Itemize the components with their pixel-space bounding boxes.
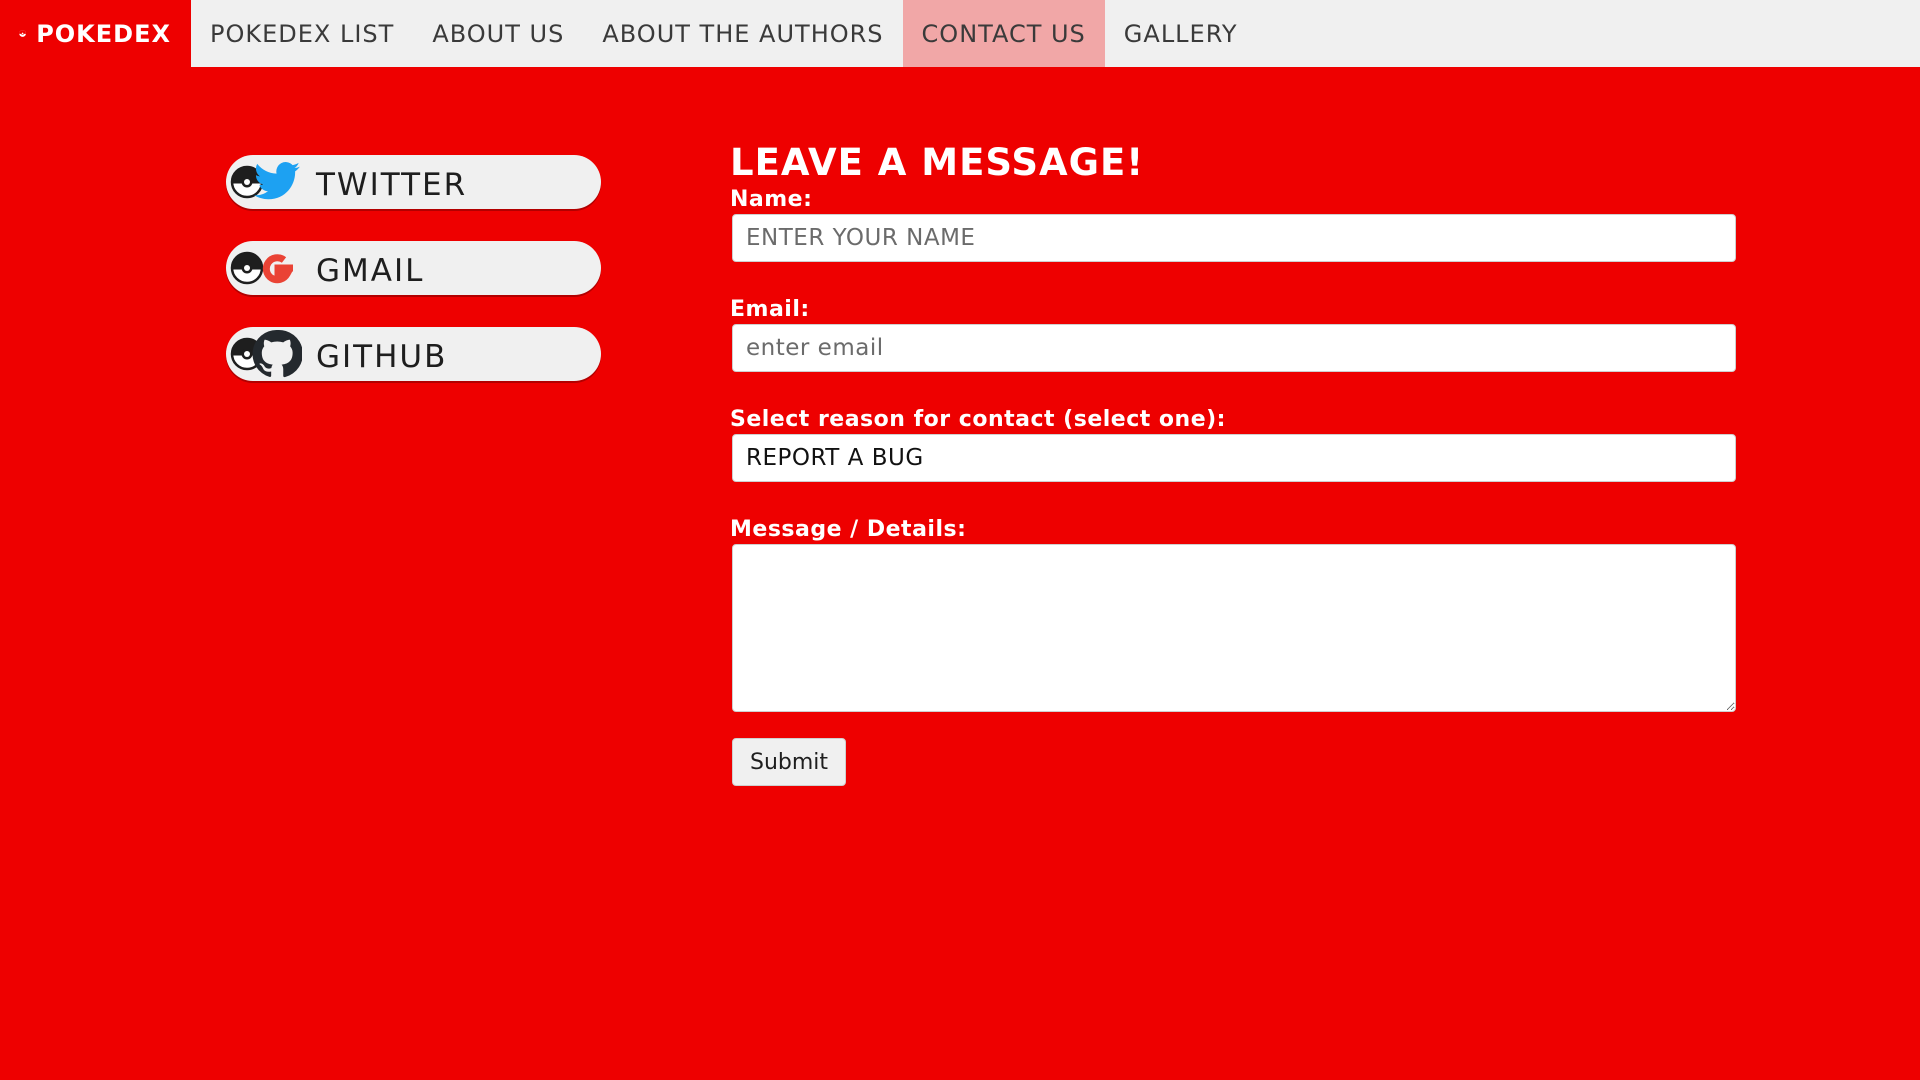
nav-about-us[interactable]: ABOUT US [413,0,583,67]
nav-contact-us[interactable]: CONTACT US [902,0,1105,67]
github-label: GITHUB [316,339,448,375]
top-navbar: POKEDEX POKEDEX LIST ABOUT US ABOUT THE … [0,0,1920,67]
email-input[interactable] [732,324,1736,372]
submit-button[interactable]: Submit [732,738,847,786]
nav-gallery[interactable]: GALLERY [1105,0,1257,67]
github-icon-group [228,327,308,381]
contact-form: LEAVE A MESSAGE! Name: Email: Select rea… [730,140,1736,786]
nav-pokedex-list[interactable]: POKEDEX LIST [191,0,413,67]
gmail-label: GMAIL [316,253,425,289]
twitter-icon-group [228,155,308,209]
main-content: TWITTER GMAIL GITHUB LEAVE A MESSAGE! Na… [0,67,1920,1080]
contact-page: POKEDEX POKEDEX LIST ABOUT US ABOUT THE … [0,0,1920,1080]
name-input[interactable] [732,214,1736,262]
message-label: Message / Details: [730,517,967,542]
message-textarea[interactable] [732,544,1736,712]
gmail-link[interactable]: GMAIL [226,241,601,295]
twitter-link[interactable]: TWITTER [226,155,601,209]
form-title: LEAVE A MESSAGE! [730,141,1145,184]
reason-label: Select reason for contact (select one): [730,407,1226,432]
brand-link[interactable]: POKEDEX [0,0,191,67]
github-link[interactable]: GITHUB [226,327,601,381]
brand-label: POKEDEX [36,19,171,48]
name-label: Name: [730,187,813,212]
twitter-icon [254,162,300,200]
email-label: Email: [730,297,810,322]
reason-selected-value: REPORT A BUG [746,445,924,471]
github-icon [252,330,302,378]
gmail-icon [262,254,293,284]
pokeball-icon [19,30,26,37]
gmail-icon-group [228,241,308,295]
reason-select[interactable]: REPORT A BUG [732,434,1736,482]
nav-about-the-authors[interactable]: ABOUT THE AUTHORS [583,0,902,67]
twitter-label: TWITTER [316,167,468,203]
